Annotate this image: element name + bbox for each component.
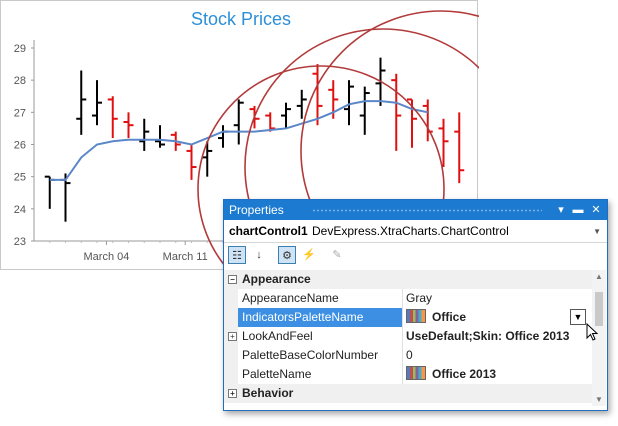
stock-bar — [123, 112, 134, 139]
object-dropdown-icon[interactable]: ▼ — [593, 221, 601, 242]
object-type: DevExpress.XtraCharts.ChartControl — [312, 224, 509, 238]
y-tick-label: 25 — [14, 172, 26, 184]
close-icon[interactable]: ✕ — [589, 203, 603, 217]
category-appearance[interactable]: − Appearance — [224, 270, 592, 289]
stock-bar — [218, 125, 228, 148]
stock-bar — [454, 112, 465, 184]
property-value-text: Office — [432, 310, 467, 324]
chevron-down-icon[interactable]: ▼ — [570, 309, 586, 325]
expand-icon[interactable]: + — [228, 332, 237, 341]
property-name: PaletteName — [242, 367, 312, 381]
column-separator — [402, 365, 403, 384]
property-row-appearance-name[interactable]: AppearanceName Gray — [224, 289, 592, 308]
property-value[interactable]: Gray — [406, 289, 432, 308]
column-separator — [402, 308, 403, 327]
stock-bars — [44, 57, 465, 222]
y-axis: 23 24 25 26 27 28 29 — [14, 40, 35, 248]
y-tick-label: 23 — [14, 236, 26, 248]
property-pages-icon[interactable]: ✎ — [328, 246, 346, 264]
stock-bar — [312, 64, 323, 126]
dropdown-menu-icon[interactable]: ▾ — [554, 203, 568, 217]
y-tick-label: 28 — [14, 75, 26, 87]
property-value[interactable]: UseDefault;Skin: Office 2013 — [406, 327, 569, 346]
expand-icon[interactable]: + — [228, 389, 237, 398]
title-grip — [312, 209, 542, 212]
property-value[interactable]: Office 2013 — [406, 365, 496, 384]
y-tick-label: 26 — [14, 140, 26, 152]
property-value[interactable]: Office — [406, 308, 466, 327]
stock-bar — [281, 102, 291, 129]
x-tick-label: March 04 — [84, 251, 130, 263]
property-name: LookAndFeel — [242, 329, 313, 343]
object-name: chartControl1 — [229, 224, 308, 238]
palette-swatch-icon — [406, 309, 426, 323]
property-row-indicators-palette-name[interactable]: IndicatorsPaletteName Office ▼ — [224, 308, 592, 327]
x-tick-label: March 11 — [163, 251, 208, 263]
properties-icon[interactable]: ⚙ — [278, 246, 296, 264]
object-selector[interactable]: chartControl1 DevExpress.XtraCharts.Char… — [224, 221, 607, 243]
property-value[interactable]: 0 — [406, 346, 413, 365]
mouse-cursor-icon — [586, 323, 599, 341]
property-name: AppearanceName — [242, 291, 339, 305]
row-gutter — [224, 289, 238, 308]
stock-bar — [44, 175, 55, 209]
scroll-down-icon[interactable]: ▼ — [595, 395, 603, 404]
chart-title: Stock Prices — [191, 9, 291, 29]
row-gutter — [224, 308, 238, 327]
stock-bar — [155, 125, 165, 148]
property-name: PaletteBaseColorNumber — [242, 348, 379, 362]
y-tick-label: 27 — [14, 107, 26, 119]
property-row-palette-base-color-number[interactable]: PaletteBaseColorNumber 0 — [224, 346, 592, 365]
y-tick-label: 29 — [14, 43, 26, 55]
column-separator — [402, 327, 403, 346]
stock-bar — [202, 141, 213, 177]
palette-swatch-icon — [406, 366, 426, 380]
stock-bar — [139, 118, 150, 151]
collapse-icon[interactable]: − — [228, 275, 237, 284]
properties-title-bar[interactable]: Properties ▾ ▬ ✕ — [224, 200, 607, 220]
category-behavior[interactable]: + Behavior — [224, 384, 592, 403]
alphabetical-icon[interactable]: ↓ — [250, 246, 268, 264]
category-label: Appearance — [242, 272, 311, 286]
y-tick-label: 24 — [14, 204, 26, 216]
stock-bar — [186, 144, 197, 180]
stock-bar — [391, 73, 402, 151]
property-row-palette-name[interactable]: PaletteName Office 2013 — [224, 365, 592, 384]
properties-title: Properties — [229, 203, 284, 217]
property-value-text: Office 2013 — [432, 367, 497, 381]
stock-bar — [76, 70, 87, 135]
column-separator — [402, 346, 403, 365]
scroll-up-icon[interactable]: ▲ — [595, 272, 603, 281]
property-grid: − Appearance AppearanceName Gray Indicat… — [224, 270, 592, 406]
events-icon[interactable]: ⚡ — [300, 246, 318, 264]
properties-window[interactable]: Properties ▾ ▬ ✕ chartControl1 DevExpres… — [223, 199, 608, 411]
categorized-icon[interactable]: ☷ — [228, 246, 246, 264]
row-gutter — [224, 346, 238, 365]
pin-icon[interactable]: ▬ — [571, 203, 585, 217]
scroll-thumb[interactable] — [595, 292, 603, 326]
stock-bar — [107, 96, 118, 139]
column-separator — [402, 289, 403, 308]
stock-bar — [359, 86, 370, 135]
stock-bar — [233, 99, 244, 145]
stock-bar — [92, 80, 102, 126]
property-row-look-and-feel[interactable]: + LookAndFeel UseDefault;Skin: Office 20… — [224, 327, 592, 346]
row-gutter — [224, 365, 238, 384]
properties-toolbar: ☷ ↓ ⚙ ⚡ ✎ — [224, 243, 607, 268]
property-name: IndicatorsPaletteName — [238, 308, 402, 327]
category-label: Behavior — [242, 386, 294, 400]
